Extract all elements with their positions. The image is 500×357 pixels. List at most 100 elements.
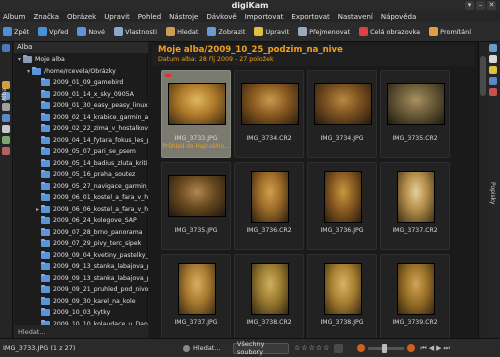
album-tree-item[interactable]: 2009_01_09_gamebird [14, 77, 148, 89]
album-tree-item[interactable]: 2009_07_29_pivy_terc_sipek [14, 238, 148, 250]
thumbnail-image [168, 175, 226, 217]
next-item-icon[interactable]: ▶ [436, 344, 441, 353]
menu-item[interactable]: Nástroje [169, 13, 198, 21]
thumbnail-item[interactable]: IMG_3736.JPG [307, 162, 377, 250]
album-tree-item[interactable]: 2009_09_21_pruhled_pod_nivou [14, 284, 148, 296]
album-tree-item[interactable]: 2009_01_14_x_sky_0905A [14, 89, 148, 101]
album-tree-item[interactable]: 2009_10_03_kytky [14, 307, 148, 319]
metadata-tab-icon[interactable] [489, 55, 497, 63]
expand-arrow-icon[interactable]: ▸ [34, 206, 41, 213]
album-search-field[interactable]: Hledat... [14, 325, 148, 338]
album-tree-item[interactable]: 2009_06_01_kostel_a_fara_v_hos [14, 192, 148, 204]
menu-item[interactable]: Dávkově [206, 13, 236, 21]
album-tree-item[interactable]: 2009_09_30_karel_na_kole [14, 296, 148, 308]
zoom-out-icon[interactable] [357, 344, 366, 352]
rating-condition-icon[interactable] [334, 343, 344, 353]
properties-tab-icon[interactable] [489, 44, 497, 52]
scrollbar-thumb[interactable] [480, 56, 486, 96]
thumbnail-item[interactable]: IMG_3735.JPG [161, 162, 231, 250]
thumbnail-item[interactable]: IMG_3734.JPG [307, 70, 377, 158]
rating-star-icon[interactable]: ☆ [309, 344, 315, 352]
album-tree-item[interactable]: ▾ Moje alba [14, 54, 148, 66]
toolbar-button[interactable]: Vlastnosti [114, 27, 157, 36]
toolbar-button[interactable]: Přejmenovat [298, 27, 350, 36]
menu-item[interactable]: Album [3, 13, 25, 21]
search-tab-icon[interactable] [2, 114, 10, 122]
album-tree-item[interactable]: ▾ /home/rcevela/Obrázky [14, 66, 148, 78]
menu-item[interactable]: Exportovat [291, 13, 329, 21]
thumbnail-item[interactable]: IMG_3736.CR2 [234, 162, 304, 250]
folder-icon [41, 308, 50, 317]
thumbnail-item[interactable]: IMG_3734.CR2 [234, 70, 304, 158]
first-item-icon[interactable]: ⏮ [420, 344, 426, 353]
last-item-icon[interactable]: ⏭ [444, 344, 450, 353]
menu-item[interactable]: Obrázek [67, 13, 96, 21]
album-tree-item[interactable]: 2009_02_14_krabice_garmin_a_ [14, 112, 148, 124]
captions-tab-label[interactable]: Popisky [489, 182, 496, 205]
thumbnail-image [314, 83, 372, 125]
album-header: Moje alba/2009_10_25_podzim_na_nive Datu… [152, 45, 475, 66]
zoom-slider[interactable] [368, 343, 405, 353]
rating-star-icon[interactable]: ☆ [301, 344, 307, 352]
close-icon[interactable]: ✕ [487, 1, 496, 10]
rating-filter[interactable]: ☆ ☆ ☆ ☆ ☆ [294, 344, 330, 352]
menu-item[interactable]: Importovat [245, 13, 284, 21]
expand-arrow-icon[interactable]: ▾ [16, 56, 23, 63]
toolbar-button[interactable]: Vpřed [38, 27, 68, 36]
album-tree-item[interactable]: 2009_04_14_fytara_fokus_les_p [14, 135, 148, 147]
toolbar-button[interactable]: Celá obrazovka [359, 27, 420, 36]
thumbnail-item[interactable]: IMG_3738.CR2 [234, 254, 304, 342]
album-tree-item[interactable]: 2009_09_13_stanka_labajova_p [14, 261, 148, 273]
zoom-in-icon[interactable] [407, 344, 416, 352]
vertical-scrollbar[interactable] [478, 42, 487, 338]
expand-arrow-icon[interactable]: ▾ [25, 68, 32, 75]
toolbar-button[interactable]: Zpět [3, 27, 29, 36]
menu-item[interactable]: Upravit [104, 13, 130, 21]
status-search-field[interactable]: Hledat... [193, 344, 229, 352]
map-tab-icon[interactable] [2, 136, 10, 144]
album-tree-item[interactable]: 2009_01_30_easy_peasy_linux [14, 100, 148, 112]
thumbnail-item[interactable]: IMG_3737.JPG [161, 254, 231, 342]
thumbnail-item[interactable]: IMG_3737.CR2 [380, 162, 450, 250]
people-tab-icon[interactable] [2, 147, 10, 155]
colors-tab-icon[interactable] [489, 66, 497, 74]
album-tree-item[interactable]: 2009_02_22_zima_v_hostalkove [14, 123, 148, 135]
album-tree-item[interactable]: 2009_06_24_kolegove_SAP [14, 215, 148, 227]
thumbnail-item[interactable]: IMG_3735.CR2 [380, 70, 450, 158]
menu-icon[interactable]: ▾ [465, 1, 474, 10]
geolocation-tab-icon[interactable] [489, 77, 497, 85]
menu-item[interactable]: Nastavení [338, 13, 373, 21]
rating-star-icon[interactable]: ☆ [323, 344, 329, 352]
album-tree-item[interactable]: 2009_07_28_brno_panorama [14, 227, 148, 239]
toolbar-button[interactable]: Nové [77, 27, 105, 36]
album-tree-item[interactable]: 2009_05_14_badius_zluta_kritik [14, 158, 148, 170]
timeline-tab-icon[interactable] [2, 103, 10, 111]
albums-tab-icon[interactable] [2, 44, 10, 52]
toolbar-button-label: Vlastnosti [125, 27, 158, 36]
album-tree-item[interactable]: 2009_05_16_praha_soutez [14, 169, 148, 181]
minimize-icon[interactable]: – [476, 1, 485, 10]
thumbnail-item[interactable]: IMG_3738.JPG [307, 254, 377, 342]
menu-item[interactable]: Pohled [138, 13, 161, 21]
album-tree-item[interactable]: 2009_05_27_navigace_garmin_ [14, 181, 148, 193]
toolbar-button[interactable]: Upravit [254, 27, 289, 36]
mime-filter-select[interactable]: Všechny soubory [233, 340, 289, 356]
album-tree-item[interactable]: 2009_09_13_stanka_labajova_p [14, 273, 148, 285]
album-tree-item[interactable]: ▸ 2009_06_06_kostel_a_fara_v_hos [14, 204, 148, 216]
rating-star-icon[interactable]: ☆ [316, 344, 322, 352]
previous-item-icon[interactable]: ◀ [429, 344, 434, 353]
toolbar-button[interactable]: Promítání [429, 27, 471, 36]
toolbar-button[interactable]: Zobrazit [207, 27, 245, 36]
toolbar-button[interactable]: Hledat [166, 27, 198, 36]
menu-item[interactable]: Značka [33, 13, 59, 21]
versions-tab-icon[interactable] [489, 88, 497, 96]
album-tree-item[interactable]: 2009_05_07_pari_se_psem [14, 146, 148, 158]
fuzzy-search-tab-icon[interactable] [2, 125, 10, 133]
zoom-slider-handle[interactable] [382, 343, 388, 353]
albums-tab-label[interactable]: Alba [1, 88, 8, 101]
menu-item[interactable]: Nápověda [381, 13, 416, 21]
album-tree-item[interactable]: 2009_09_04_kvetiny_pastelky_p [14, 250, 148, 262]
thumbnail-item[interactable]: IMG_3739.CR2 [380, 254, 450, 342]
rating-star-icon[interactable]: ☆ [294, 344, 300, 352]
thumbnail-item[interactable]: IMG_3733.JPG Průhled do Hajnušiho... [161, 70, 231, 158]
